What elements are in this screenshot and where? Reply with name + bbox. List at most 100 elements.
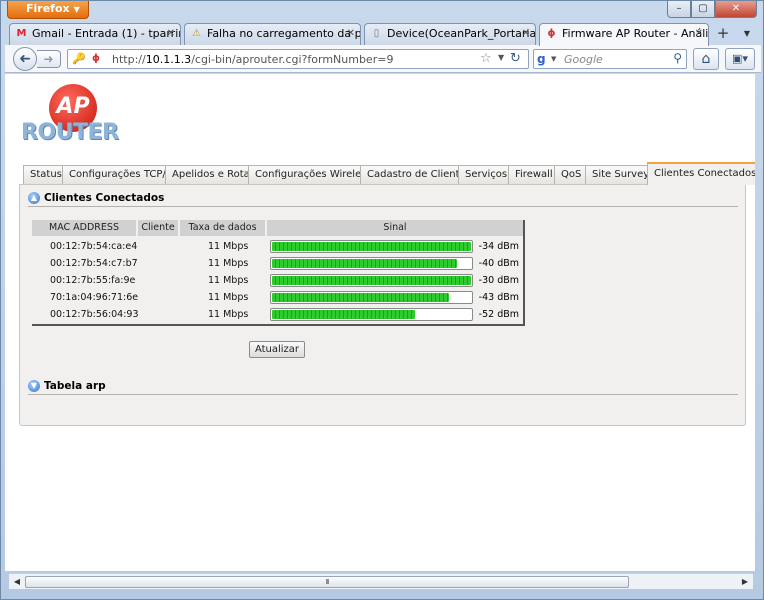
section-title: Clientes Conectados (44, 192, 165, 204)
column-header-mac: MAC ADDRESS (32, 220, 138, 236)
firefox-menu-button[interactable]: Firefox ▼ (7, 1, 89, 19)
section-title: Tabela arp (44, 380, 106, 392)
page-icon: ▯ (373, 28, 380, 39)
tab-services[interactable]: Serviços (458, 165, 515, 184)
signal-fill (272, 259, 458, 268)
new-tab-button[interactable]: + (711, 23, 735, 44)
close-tab-icon[interactable]: ✕ (167, 24, 175, 44)
back-button[interactable]: ➜ (13, 47, 37, 71)
signal-bar (270, 291, 473, 304)
table-header: MAC ADDRESS Cliente Taxa de dados Sinal (32, 220, 523, 236)
close-tab-icon[interactable]: ✕ (347, 24, 355, 44)
signal-bar (270, 240, 473, 253)
signal-dbm: -40 dBm (478, 258, 519, 269)
data-rate: 11 Mbps (208, 292, 249, 303)
tab-connected-clients[interactable]: Clientes Conectados (647, 162, 755, 185)
scroll-right-icon[interactable]: ▶ (739, 576, 751, 588)
clients-section-header[interactable]: ▲ Clientes Conectados (28, 191, 738, 207)
window-menu-icon: ▣▾ (732, 52, 748, 65)
browser-tabstrip: M Gmail - Entrada (1) - tparrini... ✕ ⚠ … (9, 23, 759, 46)
url-prefix: http:// (112, 53, 146, 66)
tab-site-survey[interactable]: Site Survey (585, 165, 657, 184)
refresh-button[interactable]: Atualizar (249, 341, 305, 358)
scrollbar-thumb[interactable]: III (25, 576, 629, 588)
table-row: 00:12:7b:55:fa:9e 11 Mbps -30 dBm (32, 272, 523, 289)
content-panel: ▲ Clientes Conectados MAC ADDRESS Client… (19, 184, 746, 426)
table-row: 00:12:7b:56:04:93 11 Mbps -52 dBm (32, 306, 523, 323)
search-engine-dropdown-icon[interactable]: ▼ (551, 55, 556, 63)
search-placeholder: Google (564, 53, 603, 66)
maximize-button[interactable]: ▢ (691, 1, 715, 18)
column-header-rate: Taxa de dados (180, 220, 267, 236)
forward-button[interactable]: ➜ (37, 50, 61, 68)
data-rate: 11 Mbps (208, 241, 249, 252)
site-identity-icon[interactable]: 🔑 (70, 51, 88, 67)
navigation-toolbar: ➜ ➜ 🔑 ϕ http://10.1.1.3/cgi-bin/aprouter… (5, 45, 761, 73)
column-header-client: Cliente (138, 220, 180, 236)
bookmark-star-icon[interactable]: ☆ (480, 51, 492, 66)
tab-qos[interactable]: QoS (554, 165, 589, 184)
web-page: AP ROUTER Status Configurações TCP/IP Ap… (5, 74, 755, 571)
close-window-button[interactable]: ✕ (715, 1, 757, 18)
firefox-menu-label: Firefox (26, 2, 70, 15)
browser-tab-error[interactable]: ⚠ Falha no carregamento da pá... ✕ (184, 23, 361, 45)
data-rate: 11 Mbps (208, 258, 249, 269)
browser-tab-firmware[interactable]: ϕ Firmware AP Router - Análise... ✕ (539, 23, 709, 46)
router-menu-tabs: Status Configurações TCP/IP Apelidos e R… (19, 162, 755, 185)
home-button[interactable]: ⌂ (693, 48, 719, 70)
tab-label: Firmware AP Router - Análise... (562, 27, 709, 40)
ap-router-icon: ϕ (92, 53, 100, 64)
column-header-signal: Sinal (267, 220, 523, 236)
url-path: /cgi-bin/aprouter.cgi?formNumber=9 (191, 53, 394, 66)
search-icon[interactable]: ⚲ (673, 51, 682, 65)
table-row: 00:12:7b:54:ca:e4 11 Mbps -34 dBm (32, 238, 523, 255)
data-rate: 11 Mbps (208, 309, 249, 320)
url-text[interactable]: http://10.1.1.3/cgi-bin/aprouter.cgi?for… (112, 53, 393, 66)
signal-fill (272, 293, 450, 302)
back-forward-group: ➜ ➜ (13, 47, 63, 71)
scroll-left-icon[interactable]: ◀ (11, 576, 23, 588)
browser-window: Firefox ▼ – ▢ ✕ M Gmail - Entrada (1) - t… (0, 0, 764, 600)
signal-bar (270, 257, 473, 270)
table-row: 70:1a:04:96:71:6e 11 Mbps -43 dBm (32, 289, 523, 306)
chevron-down-icon: ▼ (73, 5, 80, 14)
signal-dbm: -30 dBm (478, 275, 519, 286)
mac-address: 70:1a:04:96:71:6e (50, 292, 139, 303)
history-dropdown-icon[interactable]: ▼ (498, 53, 504, 62)
signal-fill (272, 242, 471, 251)
signal-dbm: -43 dBm (478, 292, 519, 303)
arrow-right-icon: ➜ (43, 52, 54, 66)
tools-menu-button[interactable]: ▣▾ (725, 48, 755, 70)
logo-word: ROUTER (21, 120, 119, 145)
ap-router-icon: ϕ (547, 28, 556, 39)
signal-bar (270, 274, 473, 287)
signal-dbm: -34 dBm (478, 241, 519, 252)
table-row: 00:12:7b:54:c7:b7 11 Mbps -40 dBm (32, 255, 523, 272)
close-tab-icon[interactable]: ✕ (522, 24, 530, 44)
tab-firewall[interactable]: Firewall (508, 165, 560, 184)
arp-section-header[interactable]: ▼ Tabela arp (28, 379, 738, 395)
tab-label: Gmail - Entrada (1) - tparrini... (32, 27, 180, 40)
signal-fill (272, 310, 416, 319)
data-rate: 11 Mbps (208, 275, 249, 286)
tab-label: Falha no carregamento da pá... (207, 27, 361, 40)
window-controls: – ▢ ✕ (667, 1, 757, 18)
tab-tcp-ip[interactable]: Configurações TCP/IP (62, 165, 182, 184)
gmail-icon: M (16, 28, 27, 39)
search-bar[interactable]: g ▼ Google ⚲ (533, 49, 687, 69)
horizontal-scrollbar[interactable]: ◀ III ▶ (9, 573, 753, 589)
close-tab-icon[interactable]: ✕ (695, 24, 703, 44)
address-bar[interactable]: 🔑 ϕ http://10.1.1.3/cgi-bin/aprouter.cgi… (67, 49, 529, 69)
scroll-grip: III (325, 578, 329, 586)
home-icon: ⌂ (701, 51, 711, 67)
tab-list-icon[interactable]: ▼ (739, 23, 755, 44)
minimize-button[interactable]: – (667, 1, 691, 18)
expand-down-icon: ▼ (28, 380, 40, 392)
reload-icon[interactable]: ↻ (510, 51, 521, 66)
browser-tab-gmail[interactable]: M Gmail - Entrada (1) - tparrini... ✕ (9, 23, 181, 45)
signal-bar (270, 308, 473, 321)
connected-clients-table: MAC ADDRESS Cliente Taxa de dados Sinal … (32, 220, 525, 326)
browser-tab-device[interactable]: ▯ Device(OceanPark_Portaria) ✕ (364, 23, 536, 45)
url-host: 10.1.1.3 (145, 53, 192, 66)
google-icon[interactable]: g (537, 52, 551, 66)
